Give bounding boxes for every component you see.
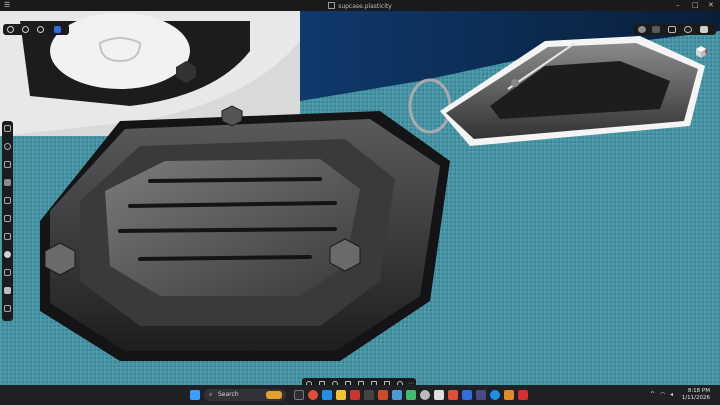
app-icon-8[interactable] [462, 390, 472, 400]
wifi-icon[interactable]: ◠ [660, 391, 665, 398]
render-mode-icon[interactable] [37, 26, 44, 33]
app-icon-6[interactable] [434, 390, 444, 400]
sphere-tool-icon[interactable] [4, 251, 11, 258]
3d-viewport[interactable]: ⋯ [0, 11, 720, 385]
cylinder-tool-icon[interactable] [4, 287, 11, 294]
bottom-selection-toolbar: ⋯ [302, 378, 416, 385]
app-icon-12[interactable] [518, 390, 528, 400]
close-icon[interactable]: ✕ [708, 1, 714, 10]
extrude-tool-icon[interactable] [4, 215, 11, 222]
app-icon-10[interactable] [490, 390, 500, 400]
app-icon-1[interactable] [350, 390, 360, 400]
start-icon[interactable] [190, 390, 200, 400]
app-icon-9[interactable] [476, 390, 486, 400]
object-mode-icon[interactable] [7, 26, 14, 33]
clock-date: 1/11/2026 [681, 395, 710, 401]
curve-tool-icon[interactable] [4, 197, 11, 204]
minimize-icon[interactable]: – [676, 1, 680, 10]
line-tool-icon[interactable] [4, 125, 11, 132]
clock-time: 8:18 PM [687, 388, 710, 394]
tray-chevron-icon[interactable]: ^ [650, 391, 655, 398]
plasticity-icon[interactable] [420, 390, 430, 400]
circle-tool-icon[interactable] [4, 143, 11, 150]
menu-icon[interactable] [700, 26, 708, 33]
layout-icon[interactable] [652, 26, 660, 33]
edge-icon[interactable] [322, 390, 332, 400]
airtag-inset [50, 13, 190, 89]
viewport-scene [0, 11, 720, 385]
file-explorer-icon[interactable] [336, 390, 346, 400]
edit-mode-icon[interactable] [22, 26, 29, 33]
chrome-icon[interactable] [308, 390, 318, 400]
rectangle-tool-icon[interactable] [4, 161, 11, 168]
navigation-cube-icon[interactable] [694, 45, 708, 59]
left-tool-palette [2, 121, 13, 321]
taskbar-search[interactable]: ⌕ Search [204, 389, 286, 401]
boolean-tool-icon[interactable] [4, 305, 11, 312]
search-placeholder: Search [218, 391, 239, 398]
box-tool-icon[interactable] [4, 269, 11, 276]
viewport-options-toolbar [634, 24, 716, 35]
view-mode-toolbar [3, 24, 69, 35]
window-title: supcase.plasticity [338, 3, 392, 10]
task-view-icon[interactable] [294, 390, 304, 400]
maximize-icon[interactable]: □ [692, 1, 699, 10]
app-icon-11[interactable] [504, 390, 514, 400]
fillet-tool-icon[interactable] [4, 233, 11, 240]
search-icon: ⌕ [209, 391, 213, 398]
shading-icon[interactable] [638, 26, 646, 33]
window-title-container: supcase.plasticity [0, 2, 720, 10]
app-icon-4[interactable] [392, 390, 402, 400]
gear-icon[interactable] [684, 26, 692, 33]
taskbar-clock[interactable]: 8:18 PM 1/11/2026 [682, 388, 710, 402]
view-settings-icon[interactable] [54, 26, 61, 33]
app-icon-3[interactable] [378, 390, 388, 400]
polygon-tool-icon[interactable] [4, 179, 11, 186]
axes-icon[interactable] [668, 26, 676, 33]
document-icon [328, 2, 336, 9]
app-icon-5[interactable] [406, 390, 416, 400]
app-icon-2[interactable] [364, 390, 374, 400]
title-bar: ☰ supcase.plasticity – □ ✕ [0, 0, 720, 11]
app-icon-7[interactable] [448, 390, 458, 400]
windows-taskbar: ⌕ Search ^ ◠ ◂ 8:18 PM 1/11/2026 [0, 385, 720, 405]
volume-icon[interactable]: ◂ [670, 391, 673, 398]
